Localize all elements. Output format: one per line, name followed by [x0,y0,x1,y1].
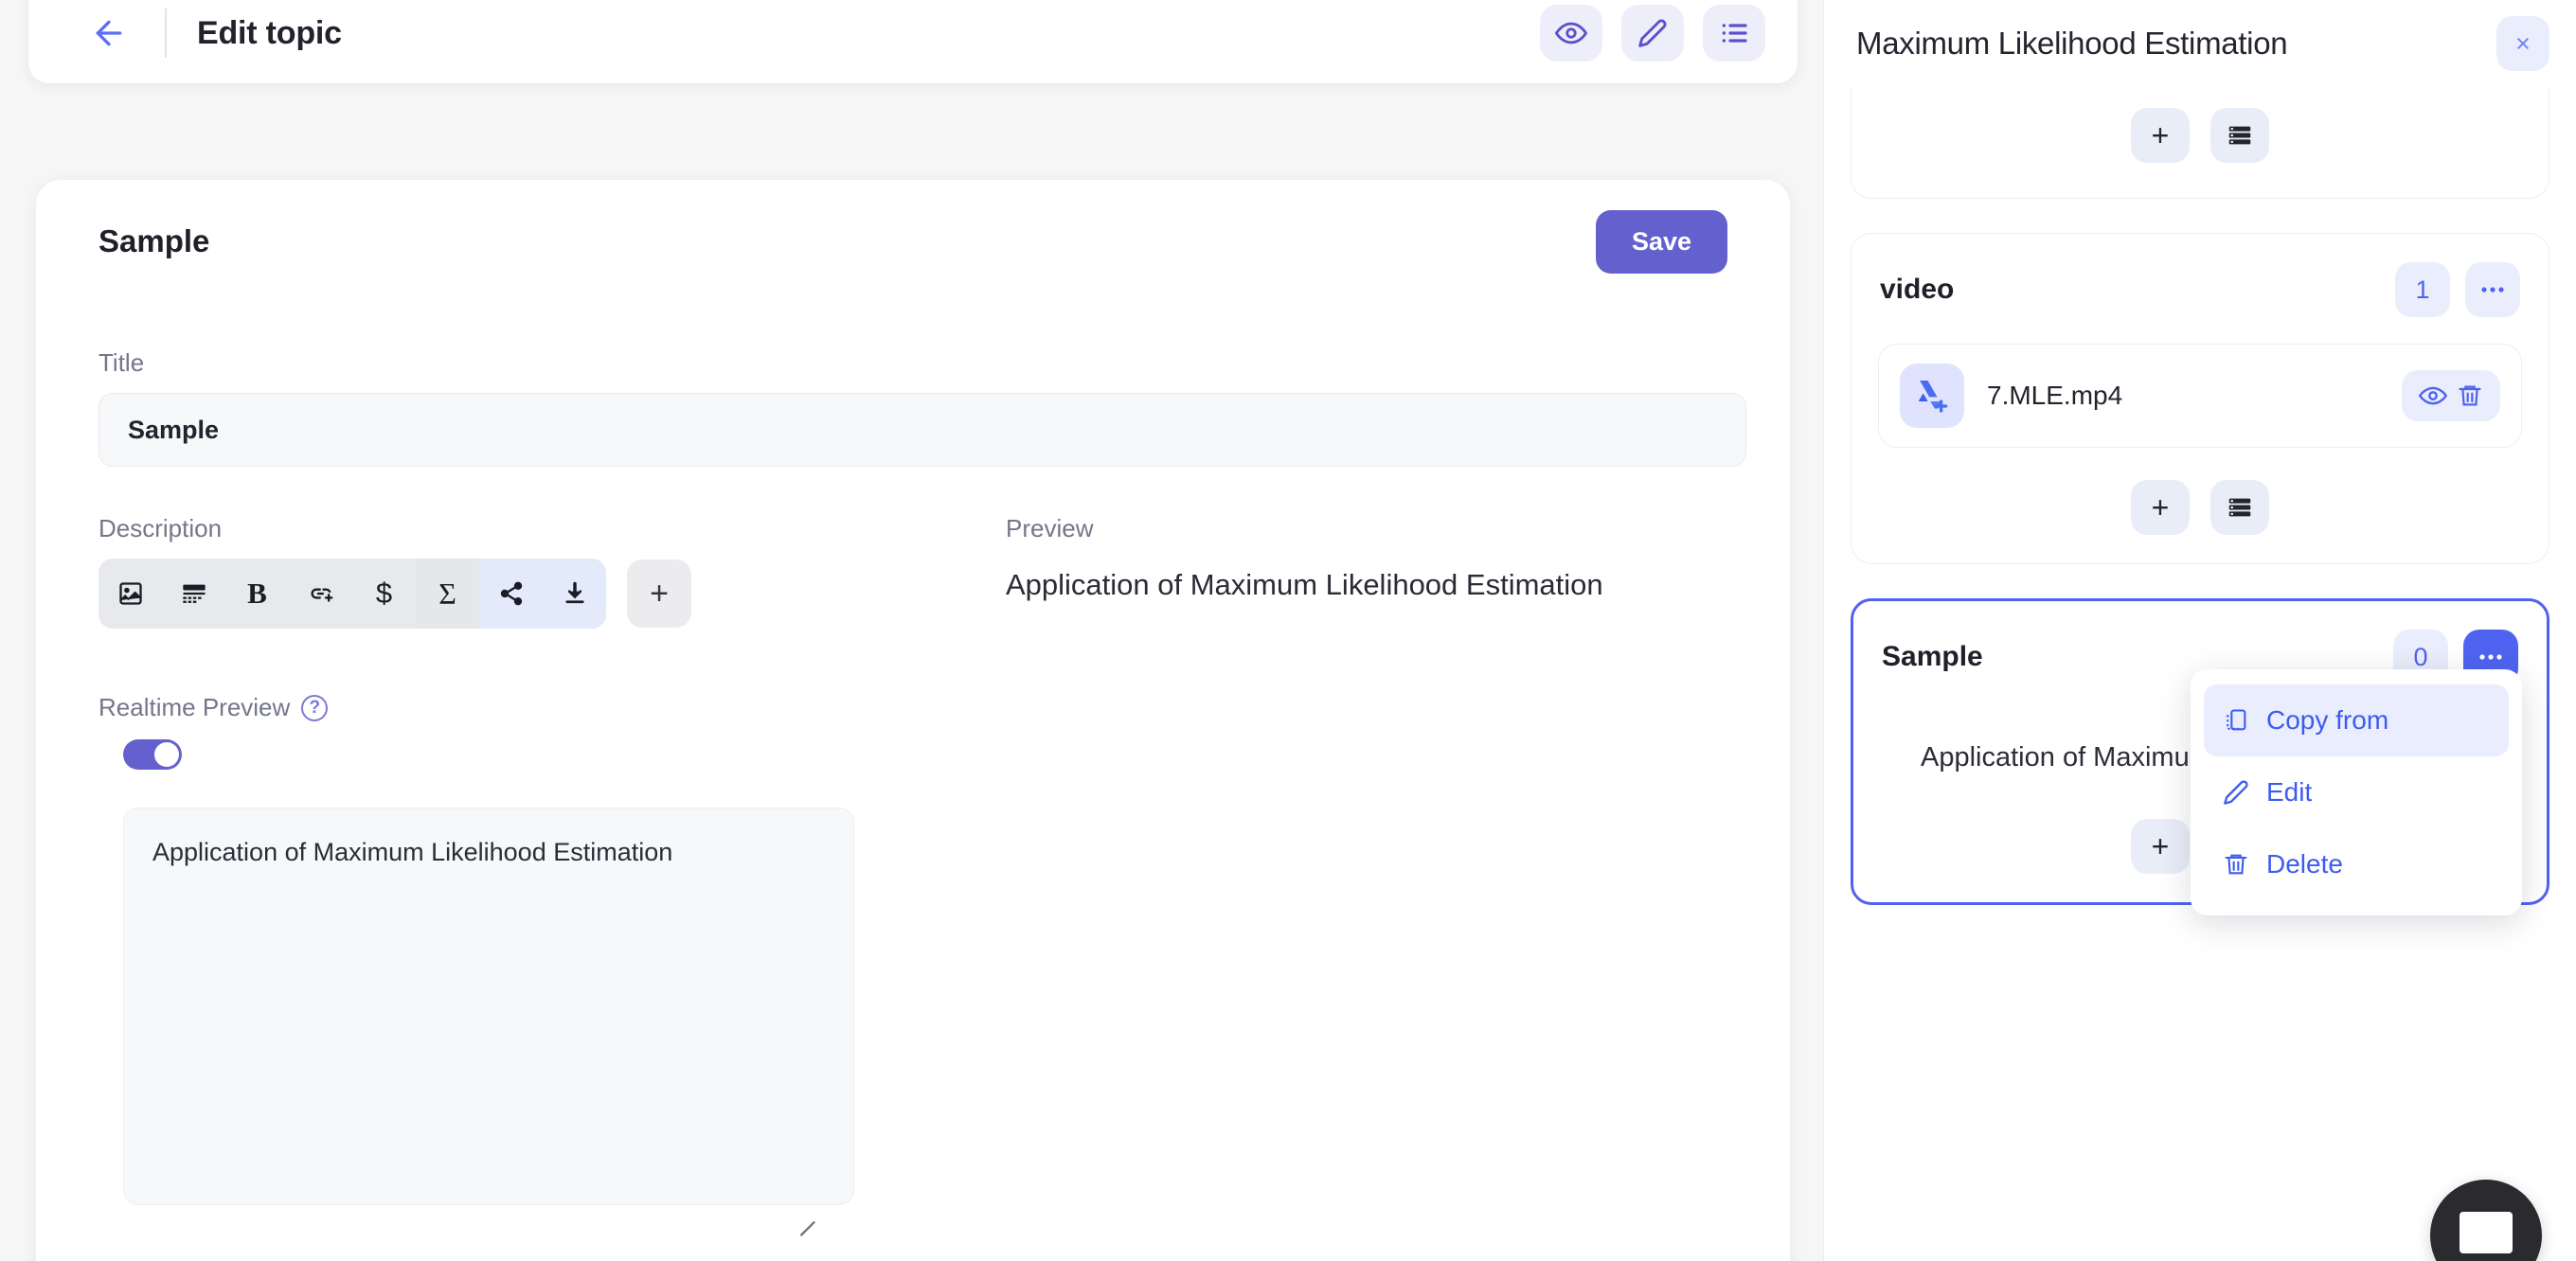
panel-card-partial-footer: + [1852,87,2549,191]
add-item-button-video[interactable]: + [2131,480,2190,535]
right-panel-header: Maximum Likelihood Estimation × [1824,0,2576,87]
add-item-button-sample[interactable]: + [2131,819,2190,875]
sample-card-title: Sample [1882,641,1983,672]
left-pane: Edit topic Sample Save Title Sample Desc… [0,0,1823,1261]
topbar-divider [165,9,167,58]
help-icon[interactable]: ? [301,694,329,721]
edit-topic-card: Sample Save Title Description [36,180,1790,1261]
card-title: Sample [98,223,210,258]
download-button[interactable] [543,559,606,629]
right-panel-body: + video 1 7.MLE.mp4 + Sample 0 Applicati… [1824,87,2576,915]
realtime-preview-label: Realtime Preview [98,693,291,721]
right-panel: Maximum Likelihood Estimation × + video … [1823,0,2576,1261]
topbar-actions [1540,5,1765,62]
editor-toolbar: B $ Σ [98,559,606,629]
video-card-actions: 1 [2395,262,2520,317]
right-panel-title: Maximum Likelihood Estimation [1856,26,2288,61]
trash-icon [2223,851,2249,878]
panel-card-partial: + [1851,87,2549,199]
copy-icon [2223,707,2249,734]
list-dense-icon-video[interactable] [2210,480,2269,535]
add-toolbar-item-button[interactable]: + [627,559,691,628]
video-more-button[interactable] [2465,262,2520,317]
insert-currency-button[interactable]: $ [352,559,416,629]
stop-square-icon [2460,1212,2513,1253]
video-card-title: video [1880,274,1955,305]
preview-column: Preview Application of Maximum Likelihoo… [941,514,1727,1210]
description-column: Description B $ Σ + Realtime Preview ? A… [98,514,941,1210]
description-textarea[interactable] [123,808,854,1205]
arrow-left-icon[interactable] [85,9,133,57]
download-icon [562,580,588,607]
close-icon[interactable]: × [2496,16,2549,71]
insert-link-button[interactable] [289,559,352,629]
realtime-preview-toggle[interactable] [123,739,182,770]
dollar-icon: $ [375,577,393,610]
title-input[interactable] [98,393,1746,467]
share-icon [498,580,525,607]
menu-item-label: Edit [2266,777,2313,807]
file-actions [2402,370,2500,421]
pencil-icon [1637,18,1668,48]
context-menu: Copy from Edit Delete [2191,669,2522,915]
edit-pencil-button[interactable] [1621,5,1684,62]
preview-file-button[interactable] [2419,382,2447,410]
menu-item-label: Delete [2266,849,2343,879]
description-label: Description [98,514,223,542]
menu-item-edit[interactable]: Edit [2204,756,2509,828]
record-stop-fab[interactable] [2430,1180,2542,1261]
list-icon [1719,18,1749,48]
pencil-icon [2223,779,2249,806]
panel-card-video[interactable]: video 1 7.MLE.mp4 + [1851,233,2549,564]
toggle-knob [154,742,179,767]
sigma-icon: Σ [438,576,456,611]
video-count-badge[interactable]: 1 [2395,262,2450,317]
preview-label: Preview [1006,514,1094,542]
list-dense-icon[interactable] [2210,108,2269,163]
panel-card-sample[interactable]: Sample 0 Application of Maximum Likeliho… [1851,598,2549,915]
title-field-group: Title [98,348,1746,467]
insert-formula-button[interactable]: Σ [416,559,479,629]
bold-icon: B [247,577,267,610]
insert-image-button[interactable] [98,559,162,629]
menu-item-copy-from[interactable]: Copy from [2204,684,2509,756]
editor-toolbar-row: B $ Σ + [98,559,941,629]
list-button[interactable] [1703,5,1765,62]
topbar: Edit topic [28,0,1798,83]
title-label: Title [98,348,145,377]
bold-button[interactable]: B [225,559,289,629]
drive-plus-icon [1900,364,1964,428]
preview-rendered-text: Application of Maximum Likelihood Estima… [1006,568,1603,601]
card-header: Sample Save [98,180,1727,303]
realtime-preview-row: Realtime Preview ? [98,693,941,722]
menu-item-delete[interactable]: Delete [2204,828,2509,900]
app-root: Edit topic Sample Save Title Sample Desc… [0,0,2576,1261]
share-button[interactable] [479,559,543,629]
eye-icon [1555,17,1587,49]
image-icon [117,580,144,607]
editor-preview-row: Description B $ Σ + Realtime Preview ? A… [98,514,1727,1210]
save-button[interactable]: Save [1595,209,1727,274]
video-card-header: video 1 [1852,234,2549,317]
file-row[interactable]: 7.MLE.mp4 [1878,344,2522,448]
file-name: 7.MLE.mp4 [1987,381,2123,410]
page-title: Edit topic [197,14,342,51]
link-plus-icon [307,579,335,608]
add-item-button[interactable]: + [2131,108,2190,163]
menu-item-label: Copy from [2266,705,2389,735]
insert-block-button[interactable] [162,559,225,629]
delete-file-button[interactable] [2457,382,2483,409]
video-card-footer: + [1852,448,2549,563]
preview-eye-button[interactable] [1540,5,1602,62]
text-block-icon [181,580,207,607]
